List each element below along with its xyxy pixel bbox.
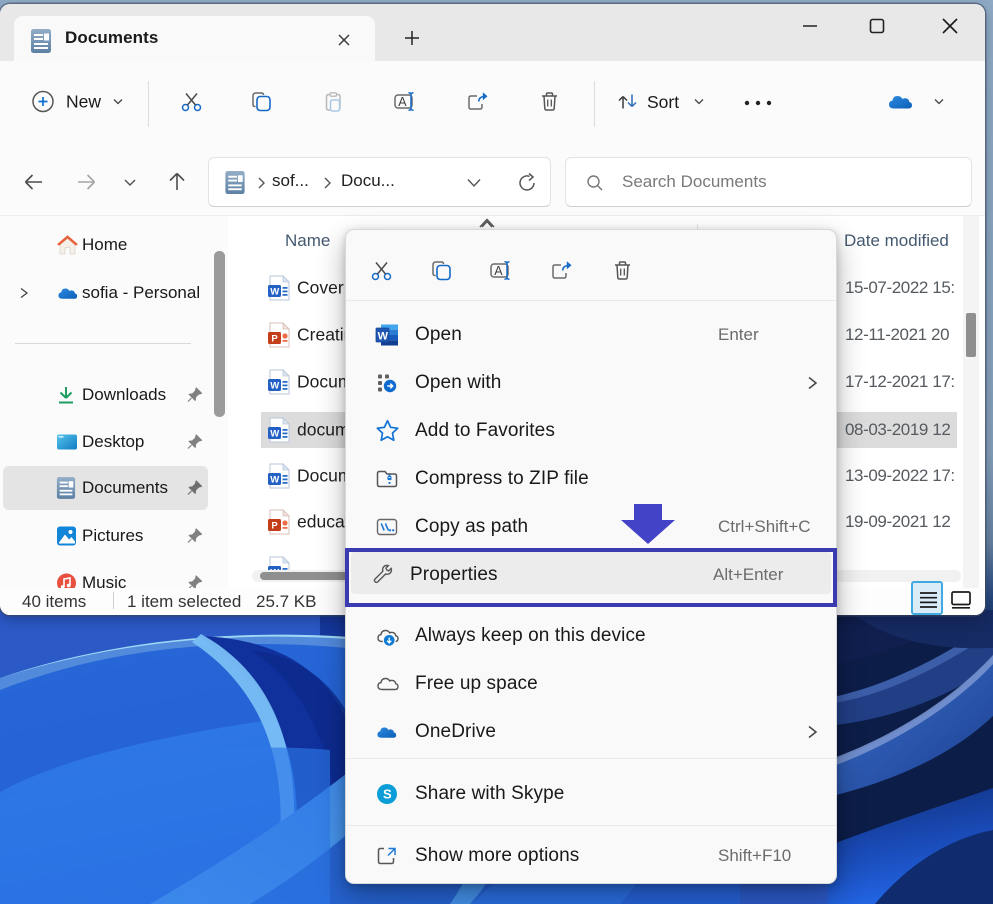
svg-text:S: S [383, 787, 392, 802]
svg-text:Sort: Sort [647, 92, 679, 112]
svg-text:W: W [378, 331, 389, 343]
svg-text:A: A [494, 264, 503, 278]
svg-text:New: New [66, 92, 101, 112]
svg-text:A: A [398, 95, 407, 109]
